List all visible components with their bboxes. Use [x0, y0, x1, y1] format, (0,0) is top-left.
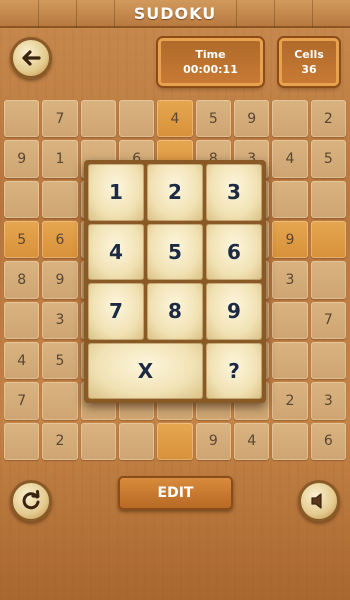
grid-cell[interactable] — [272, 100, 308, 138]
grid-cell[interactable]: 2 — [272, 382, 308, 420]
grid-cell[interactable] — [4, 180, 40, 218]
grid-cell[interactable] — [118, 100, 155, 138]
grid-cell[interactable]: 4 — [233, 422, 270, 460]
grid-cell[interactable]: 9 — [195, 422, 231, 460]
number-picker: 1 2 3 4 5 6 7 8 9 X ? — [84, 160, 266, 403]
time-value: 00:00:11 — [183, 63, 238, 76]
page-title: SUDOKU — [133, 3, 217, 23]
grid-cell[interactable]: 9 — [42, 261, 78, 299]
cells-value: 36 — [301, 63, 317, 76]
speaker-icon — [311, 493, 322, 509]
grid-cell[interactable]: 4 — [272, 140, 308, 178]
grid-cell[interactable] — [4, 301, 40, 339]
grid-cell[interactable] — [272, 180, 308, 218]
grid-cell[interactable]: 9 — [272, 220, 308, 259]
grid-cell[interactable] — [272, 422, 308, 460]
grid-cell[interactable] — [80, 422, 116, 460]
grid-cell[interactable] — [310, 261, 346, 299]
refresh-button[interactable] — [10, 480, 52, 522]
grid-cell[interactable]: 1 — [42, 140, 78, 178]
grid-cell[interactable] — [4, 422, 40, 460]
grid-cell[interactable]: 5 — [4, 220, 40, 259]
title-bar-divider — [274, 0, 275, 28]
grid-cell[interactable]: 6 — [42, 220, 78, 259]
title-bar-divider — [38, 0, 39, 28]
clear-cell-button[interactable]: X — [88, 342, 203, 399]
grid-cell[interactable] — [118, 422, 155, 460]
time-label: Time — [195, 48, 226, 61]
grid-cell[interactable]: 2 — [310, 100, 346, 138]
back-button[interactable] — [10, 37, 52, 79]
grid-cell[interactable]: 5 — [42, 341, 78, 380]
picker-key-1[interactable]: 1 — [88, 164, 144, 221]
grid-cell[interactable] — [272, 341, 308, 380]
grid-cell[interactable]: 3 — [42, 301, 78, 339]
title-bar-divider — [114, 0, 115, 28]
picker-key-5[interactable]: 5 — [147, 223, 203, 280]
grid-cell[interactable]: 3 — [272, 261, 308, 299]
back-arrow-icon — [22, 50, 41, 66]
grid-cell[interactable] — [4, 100, 40, 138]
grid-cell[interactable]: 7 — [310, 301, 346, 339]
cells-panel: Cells 36 — [279, 38, 339, 86]
title-bar-divider — [76, 0, 77, 28]
grid-cell[interactable] — [310, 220, 346, 259]
picker-key-3[interactable]: 3 — [206, 164, 262, 221]
grid-cell[interactable]: 8 — [4, 261, 40, 299]
grid-cell[interactable] — [42, 180, 78, 218]
hint-button[interactable]: ? — [206, 342, 262, 399]
grid-cell[interactable]: 3 — [310, 382, 346, 420]
grid-cell[interactable] — [272, 301, 308, 339]
grid-cell[interactable]: 6 — [310, 422, 346, 460]
grid-cell[interactable]: 5 — [195, 100, 231, 138]
grid-cell[interactable] — [42, 382, 78, 420]
grid-cell[interactable]: 9 — [4, 140, 40, 178]
sound-button[interactable] — [298, 480, 340, 522]
cells-label: Cells — [294, 48, 324, 61]
picker-key-4[interactable]: 4 — [88, 223, 144, 280]
edit-button[interactable]: EDIT — [118, 476, 233, 510]
picker-key-8[interactable]: 8 — [147, 283, 203, 340]
title-bar-divider — [312, 0, 313, 28]
grid-cell[interactable] — [310, 341, 346, 380]
grid-cell[interactable]: 7 — [4, 382, 40, 420]
grid-cell[interactable]: 9 — [233, 100, 270, 138]
grid-cell[interactable] — [157, 422, 193, 460]
picker-key-7[interactable]: 7 — [88, 283, 144, 340]
refresh-icon — [22, 490, 40, 510]
grid-cell[interactable]: 7 — [42, 100, 78, 138]
grid-cell[interactable] — [80, 100, 116, 138]
time-panel: Time 00:00:11 — [158, 38, 263, 86]
picker-key-2[interactable]: 2 — [147, 164, 203, 221]
title-bar-divider — [236, 0, 237, 28]
grid-cell[interactable]: 4 — [4, 341, 40, 380]
title-bar: SUDOKU — [0, 0, 350, 28]
grid-cell[interactable]: 5 — [310, 140, 346, 178]
picker-key-9[interactable]: 9 — [206, 283, 262, 340]
grid-cell[interactable]: 4 — [157, 100, 193, 138]
grid-cell[interactable]: 2 — [42, 422, 78, 460]
grid-cell[interactable] — [310, 180, 346, 218]
picker-key-6[interactable]: 6 — [206, 223, 262, 280]
